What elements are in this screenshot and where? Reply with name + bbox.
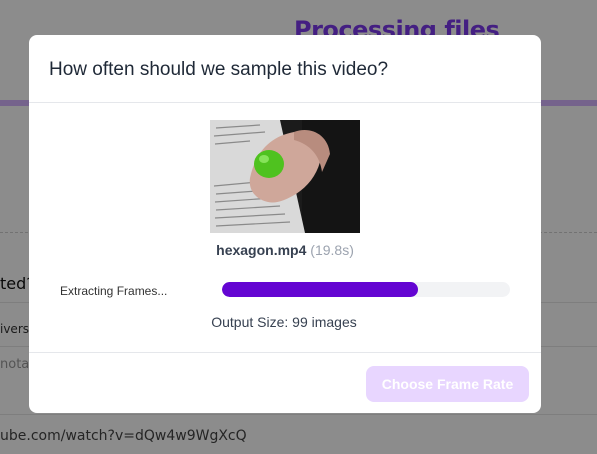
progress-fill [222,282,418,297]
output-size-text: Output Size: 99 images [211,314,357,330]
file-name: hexagon.mp4 [216,242,307,258]
file-duration: (19.8s) [310,242,354,258]
dialog-title: How often should we sample this video? [49,59,389,80]
dialog-footer: Choose Frame Rate [29,352,541,413]
video-thumbnail-image [210,120,360,233]
progress-bar [222,282,510,297]
choose-frame-rate-button[interactable]: Choose Frame Rate [366,366,529,402]
frame-sample-dialog: How often should we sample this video? h… [29,35,541,413]
dialog-header: How often should we sample this video? [29,35,541,103]
file-info: hexagon.mp4 (19.8s) [29,242,541,258]
video-thumbnail [210,120,360,233]
progress-label: Extracting Frames... [60,284,168,298]
